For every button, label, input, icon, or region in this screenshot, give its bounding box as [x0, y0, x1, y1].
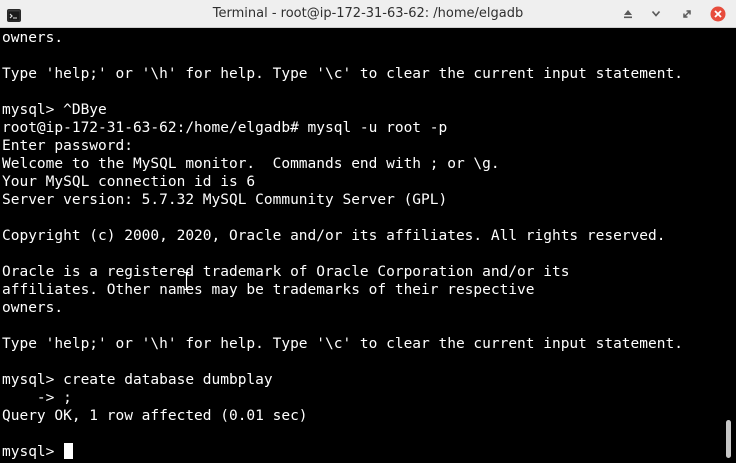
terminal-line: Your MySQL connection id is 6	[2, 174, 256, 190]
terminal-line: mysql> ^DBye	[2, 102, 107, 118]
scrollbar-thumb[interactable]	[726, 420, 731, 458]
terminal-line: mysql> create database dumbplay	[2, 372, 273, 388]
terminal-text: owners. Type 'help;' or '\h' for help. Ty…	[0, 29, 722, 461]
text-cursor	[64, 443, 74, 459]
maximize-icon[interactable]	[678, 5, 696, 23]
terminal-line: Type 'help;' or '\h' for help. Type '\c'…	[2, 336, 683, 352]
terminal-line: Enter password:	[2, 138, 133, 154]
ibeam-cursor-icon	[183, 271, 190, 291]
terminal-line: owners.	[2, 30, 64, 46]
title-bar[interactable]: Terminal - root@ip-172-31-63-62: /home/e…	[0, 0, 736, 28]
terminal-line: Query OK, 1 row affected (0.01 sec)	[2, 408, 308, 424]
prompt: mysql>	[2, 444, 64, 460]
terminal-line: -> ;	[2, 390, 72, 406]
terminal-line: affiliates. Other names may be trademark…	[2, 282, 535, 298]
keep-above-icon[interactable]	[619, 5, 637, 23]
terminal-line: Welcome to the MySQL monitor. Commands e…	[2, 156, 500, 172]
terminal-output[interactable]: owners. Type 'help;' or '\h' for help. Ty…	[0, 28, 722, 463]
terminal-line: Oracle is a registered trademark of Orac…	[2, 264, 570, 280]
terminal-line: root@ip-172-31-63-62:/home/elgadb# mysql…	[2, 120, 448, 136]
terminal-line: Server version: 5.7.32 MySQL Community S…	[2, 192, 448, 208]
vertical-scrollbar[interactable]	[722, 28, 736, 463]
terminal-window: Terminal - root@ip-172-31-63-62: /home/e…	[0, 0, 736, 463]
terminal-line: Type 'help;' or '\h' for help. Type '\c'…	[2, 66, 683, 82]
terminal-line: owners.	[2, 300, 64, 316]
minimize-icon[interactable]	[647, 5, 665, 23]
close-icon[interactable]	[709, 5, 727, 23]
prompt-line[interactable]: mysql>	[2, 443, 722, 461]
terminal-line: Copyright (c) 2000, 2020, Oracle and/or …	[2, 228, 666, 244]
